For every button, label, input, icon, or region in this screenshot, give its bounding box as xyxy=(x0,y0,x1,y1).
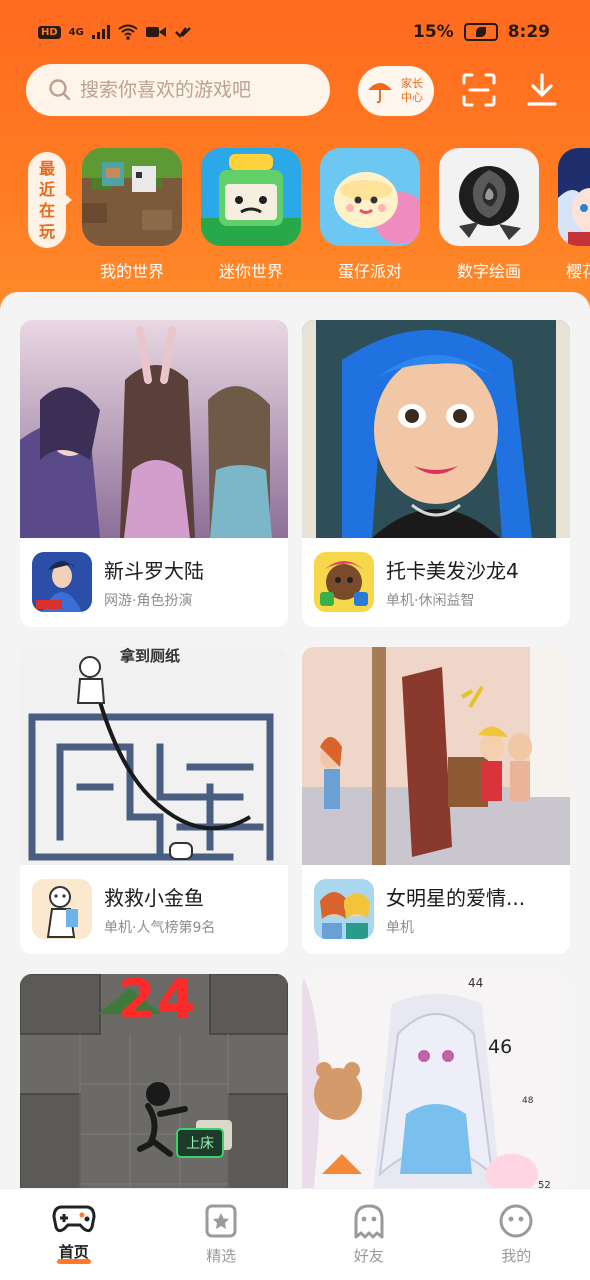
search-icon xyxy=(49,79,71,101)
recent-games-list: 我的世界 迷你世界 蛋仔派对 数字绘画 樱 xyxy=(82,148,590,282)
umbrella-icon xyxy=(368,83,392,104)
bottom-nav: 首页 精选 好友 我的 xyxy=(0,1188,590,1280)
card-cover-image xyxy=(20,320,288,538)
minecraft-icon xyxy=(82,148,182,246)
countdown-number: 24 xyxy=(118,974,198,1031)
game-card[interactable]: 44 46 48 52 xyxy=(302,974,570,1204)
game-card[interactable]: 24 上床 xyxy=(20,974,288,1204)
recent-game-minecraft[interactable]: 我的世界 xyxy=(82,148,182,282)
search-bar[interactable] xyxy=(26,64,330,116)
game-card-grid: 新斗罗大陆 网游·角色扮演 托卡美发沙龙4 单机·休闲益智 拿到厕纸 救救小金鱼… xyxy=(20,320,570,1204)
card-cover-image: 24 上床 xyxy=(20,974,288,1204)
paint-by-number-icon xyxy=(439,148,539,246)
tab-profile[interactable]: 我的 xyxy=(443,1189,590,1280)
game-title: 新斗罗大陆 xyxy=(104,558,204,583)
paint-number: 48 xyxy=(522,1096,534,1106)
tab-friends[interactable]: 好友 xyxy=(295,1189,443,1280)
game-title: 托卡美发沙龙4 xyxy=(386,558,519,583)
ghost-icon xyxy=(354,1204,384,1239)
game-card[interactable]: 拿到厕纸 救救小金鱼 单机·人气榜第9名 xyxy=(20,647,288,954)
card-cover-image xyxy=(302,647,570,865)
sakura-icon xyxy=(558,148,590,246)
game-icon xyxy=(314,552,374,612)
parent-center-button[interactable]: 家长中心 xyxy=(358,66,434,116)
sync-icon xyxy=(174,27,191,38)
hd-badge: HD xyxy=(38,25,61,39)
recent-tag-char: 最 xyxy=(38,159,55,178)
header-area: HD 4G 15% 8:29 家长中心 最 近 在 玩 xyxy=(0,0,590,310)
game-title: 女明星的爱情... xyxy=(386,885,526,910)
tab-friends-label: 好友 xyxy=(353,1247,384,1265)
recent-tag-char: 在 xyxy=(38,201,55,220)
paint-number: 44 xyxy=(468,976,484,990)
game-icon xyxy=(32,879,92,939)
scan-button[interactable] xyxy=(459,70,499,110)
scan-icon xyxy=(462,73,496,107)
recent-game-sakura[interactable]: 樱花 xyxy=(558,148,590,282)
face-icon xyxy=(499,1204,533,1238)
recent-game-label: 我的世界 xyxy=(99,262,164,281)
tab-home[interactable]: 首页 xyxy=(0,1189,148,1280)
recent-played-tag: 最 近 在 玩 xyxy=(28,152,72,248)
recent-game-paint-by-number[interactable]: 数字绘画 xyxy=(439,148,539,282)
mini-world-icon xyxy=(201,148,301,246)
clock: 8:29 xyxy=(507,22,550,42)
game-card[interactable]: 新斗罗大陆 网游·角色扮演 xyxy=(20,320,288,627)
card-cover-image: 44 46 48 52 xyxy=(302,974,570,1204)
parent-center-label: 家长中心 xyxy=(401,77,423,104)
recent-game-label: 蛋仔派对 xyxy=(337,262,402,281)
star-card-icon xyxy=(205,1204,237,1238)
game-subtitle: 单机 xyxy=(386,919,414,936)
maze-banner-text: 拿到厕纸 xyxy=(120,647,181,665)
game-card[interactable]: 女明星的爱情... 单机 xyxy=(302,647,570,954)
download-button[interactable] xyxy=(522,70,562,110)
recent-game-label: 数字绘画 xyxy=(456,262,521,281)
network-label: 4G xyxy=(68,26,84,38)
signal-icon xyxy=(91,25,110,39)
recent-game-miniworld[interactable]: 迷你世界 xyxy=(201,148,301,282)
status-bar: HD 4G 15% 8:29 xyxy=(0,0,590,64)
card-cover-image: 拿到厕纸 xyxy=(20,647,288,865)
search-input[interactable] xyxy=(80,79,310,101)
game-subtitle: 网游·角色扮演 xyxy=(104,592,193,609)
recommend-panel: 新斗罗大陆 网游·角色扮演 托卡美发沙龙4 单机·休闲益智 拿到厕纸 救救小金鱼… xyxy=(0,292,590,1280)
game-icon xyxy=(32,552,92,612)
recent-tag-char: 近 xyxy=(38,180,55,199)
game-subtitle: 单机·人气榜第9名 xyxy=(104,919,216,936)
battery-percent: 15% xyxy=(413,22,454,42)
game-icon xyxy=(314,879,374,939)
eggy-party-icon xyxy=(320,148,420,246)
paint-number: 46 xyxy=(488,1036,513,1058)
game-subtitle: 单机·休闲益智 xyxy=(386,592,475,609)
tab-profile-label: 我的 xyxy=(501,1247,532,1265)
card-cover-image xyxy=(302,320,570,538)
recent-game-eggy-party[interactable]: 蛋仔派对 xyxy=(320,148,420,282)
gamepad-icon xyxy=(52,1205,96,1233)
tab-featured[interactable]: 精选 xyxy=(148,1189,296,1280)
active-tab-indicator xyxy=(56,1259,91,1264)
tab-featured-label: 精选 xyxy=(206,1247,237,1265)
game-card[interactable]: 托卡美发沙龙4 单机·休闲益智 xyxy=(302,320,570,627)
recent-game-label: 迷你世界 xyxy=(218,262,283,281)
wifi-icon xyxy=(118,24,138,40)
download-icon xyxy=(527,73,557,106)
recent-tag-char: 玩 xyxy=(38,222,55,241)
game-title: 救救小金鱼 xyxy=(104,885,204,910)
recent-game-label: 樱花 xyxy=(566,262,590,281)
battery-icon xyxy=(463,23,498,41)
go-to-bed-button[interactable]: 上床 xyxy=(176,1128,224,1158)
video-icon xyxy=(145,27,166,37)
